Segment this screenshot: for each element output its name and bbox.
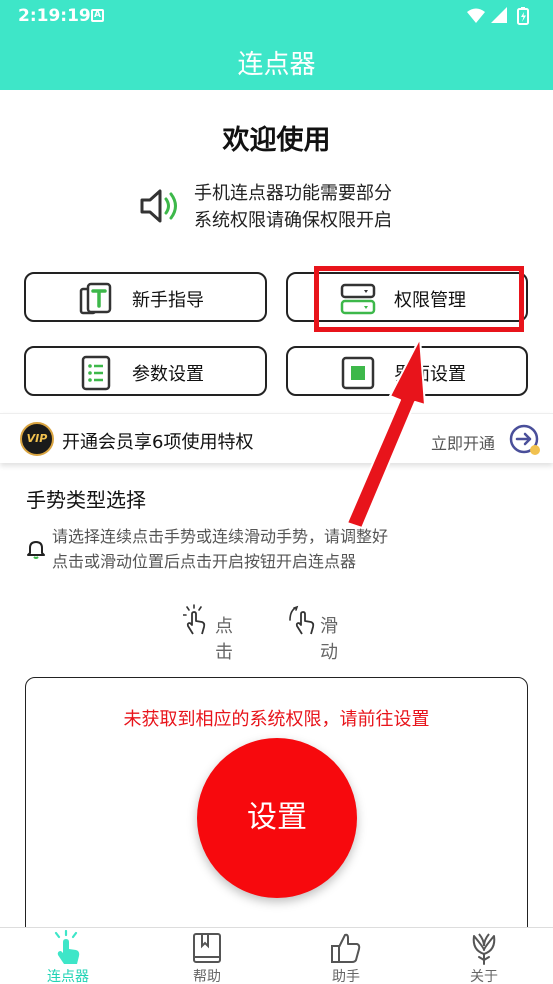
tab-about[interactable]: 关于 bbox=[434, 928, 534, 984]
speaker-icon bbox=[138, 186, 182, 230]
interface-settings-button[interactable]: 界面设置 bbox=[286, 346, 528, 396]
parameter-settings-button[interactable]: 参数设置 bbox=[24, 346, 267, 396]
tap-label: 点击 bbox=[215, 616, 233, 663]
book-icon bbox=[191, 930, 223, 970]
bell-icon bbox=[26, 538, 46, 564]
vip-open-link[interactable]: 立即开通 bbox=[431, 430, 495, 454]
beginner-guide-button[interactable]: 新手指导 bbox=[24, 272, 267, 322]
settings-button[interactable]: 设置 bbox=[197, 738, 357, 898]
parameter-settings-label: 参数设置 bbox=[132, 364, 204, 385]
wifi-signal-battery-icon bbox=[467, 7, 529, 25]
swipe-hand-icon bbox=[288, 604, 320, 641]
tab-about-label: 关于 bbox=[470, 969, 498, 984]
swipe-label: 滑动 bbox=[320, 616, 338, 663]
tab-assistant[interactable]: 助手 bbox=[296, 928, 396, 984]
permission-warning: 未获取到相应的系统权限，请前往设置 bbox=[123, 709, 430, 730]
page-title: 连点器 bbox=[237, 50, 316, 80]
bottom-tab-bar: 连点器 帮助 助手 关于 bbox=[0, 927, 553, 984]
notice-line-2: 系统权限请确保权限开启 bbox=[194, 210, 392, 231]
welcome-heading: 欢迎使用 bbox=[222, 125, 331, 156]
gesture-type-title: 手势类型选择 bbox=[26, 488, 146, 512]
vip-promo-text: 开通会员享6项使用特权 bbox=[62, 432, 254, 453]
beginner-guide-label: 新手指导 bbox=[132, 290, 204, 311]
notice-line-1: 手机连点器功能需要部分 bbox=[194, 183, 392, 204]
tab-help-label: 帮助 bbox=[193, 969, 221, 984]
tab-clicker-label: 连点器 bbox=[47, 969, 89, 984]
hint-line-2: 点击或滑动位置后点击开启按钮开启连点器 bbox=[52, 552, 357, 571]
interface-settings-label: 界面设置 bbox=[394, 364, 466, 385]
tab-clicker[interactable]: 连点器 bbox=[18, 928, 118, 984]
hint-line-1: 请选择连续点击手势或连续滑动手势，请调整好 bbox=[52, 527, 389, 546]
arrow-right-circle-icon[interactable] bbox=[508, 423, 542, 461]
status-bar: 2:19:19 A bbox=[0, 0, 553, 32]
highlight-box bbox=[314, 266, 524, 332]
tab-help[interactable]: 帮助 bbox=[157, 928, 257, 984]
interface-icon bbox=[340, 355, 375, 390]
tap-hand-icon bbox=[182, 604, 209, 641]
control-panel: 未获取到相应的系统权限，请前往设置 设置 bbox=[25, 677, 528, 957]
guide-icon bbox=[78, 281, 112, 315]
flower-icon bbox=[468, 930, 500, 970]
list-icon bbox=[78, 355, 112, 391]
status-time: 2:19:19 bbox=[18, 6, 91, 26]
system-icons bbox=[465, 6, 535, 30]
app-header: 连点器 bbox=[0, 32, 553, 90]
tab-assistant-label: 助手 bbox=[332, 969, 360, 984]
tap-hand-tab-icon bbox=[52, 929, 84, 970]
vip-banner[interactable]: VIP 开通会员享6项使用特权 立即开通 bbox=[0, 413, 553, 463]
notification-a-icon: A bbox=[91, 9, 104, 22]
thumbs-up-icon bbox=[330, 930, 362, 970]
vip-badge-icon: VIP bbox=[20, 422, 54, 456]
